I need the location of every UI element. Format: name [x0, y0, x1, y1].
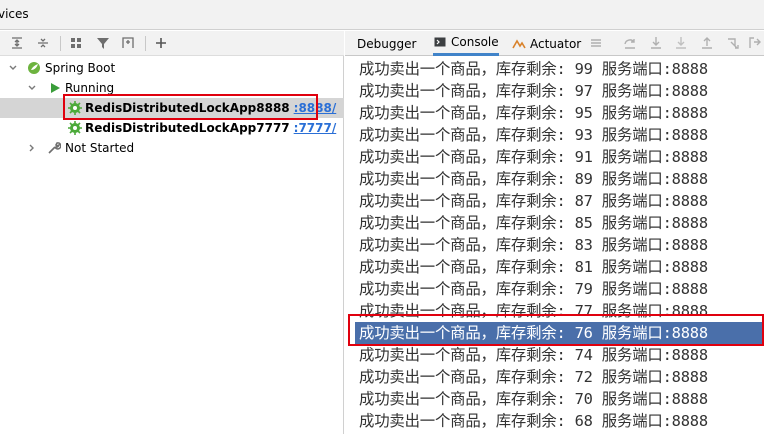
- console-line: 成功卖出一个商品，库存剩余: 91 服务端口:8888: [359, 148, 708, 166]
- step-out-icon[interactable]: [699, 35, 715, 51]
- chevron-down-icon[interactable]: [8, 63, 18, 73]
- tree-item-label: Spring Boot: [45, 61, 116, 75]
- tab-label: Debugger: [357, 36, 417, 51]
- console-line: 成功卖出一个商品，库存剩余: 99 服务端口:8888: [359, 60, 708, 78]
- new-group-icon[interactable]: [119, 34, 137, 52]
- run-icon: [48, 81, 62, 95]
- console-line: 成功卖出一个商品，库存剩余: 72 服务端口:8888: [359, 368, 708, 386]
- drop-frame-icon[interactable]: [725, 35, 741, 51]
- console-icon: [433, 35, 447, 49]
- console-line: 成功卖出一个商品，库存剩余: 81 服务端口:8888: [359, 258, 708, 276]
- console-output[interactable]: 成功卖出一个商品，库存剩余: 99 服务端口:8888 成功卖出一个商品，库存剩余…: [345, 57, 764, 434]
- tab-console[interactable]: Console: [433, 31, 499, 56]
- console-line: 成功卖出一个商品，库存剩余: 89 服务端口:8888: [359, 170, 708, 188]
- step-into-icon[interactable]: [648, 35, 664, 51]
- expand-all-icon[interactable]: [8, 34, 26, 52]
- spring-app-running-icon: [68, 121, 82, 135]
- group-by-icon[interactable]: [67, 34, 85, 52]
- spring-boot-icon: [27, 61, 41, 75]
- services-toolbar: [0, 31, 344, 56]
- console-line: 成功卖出一个商品，库存剩余: 95 服务端口:8888: [359, 104, 708, 122]
- tab-actuator[interactable]: Actuator: [512, 31, 581, 56]
- chevron-down-icon[interactable]: [27, 83, 37, 93]
- console-line: 成功卖出一个商品，库存剩余: 70 服务端口:8888: [359, 390, 708, 408]
- console-line: 成功卖出一个商品，库存剩余: 85 服务端口:8888: [359, 214, 708, 232]
- tree-item-not-started[interactable]: Not Started: [0, 138, 344, 158]
- tool-window-titlebar: vices: [0, 0, 764, 30]
- force-step-into-icon[interactable]: [673, 35, 689, 51]
- console-line: 成功卖出一个商品，库存剩余: 83 服务端口:8888: [359, 236, 708, 254]
- toolbar-separator: [145, 36, 146, 51]
- run-to-cursor-icon[interactable]: [747, 35, 763, 51]
- console-line: 成功卖出一个商品，库存剩余: 74 服务端口:8888: [359, 346, 708, 364]
- tree-item-spring-boot[interactable]: Spring Boot: [0, 58, 344, 78]
- console-line: 成功卖出一个商品，库存剩余: 79 服务端口:8888: [359, 280, 708, 298]
- console-toolbar: Debugger Console Actuator: [345, 31, 764, 56]
- wrench-icon: [47, 141, 61, 155]
- console-pane: Debugger Console Actuator 成功卖出一个商品，库存剩余:…: [345, 31, 764, 434]
- console-line: 成功卖出一个商品，库存剩余: 87 服务端口:8888: [359, 192, 708, 210]
- toolbar-separator: [60, 36, 61, 51]
- tool-window-title: vices: [0, 7, 29, 21]
- chevron-right-icon[interactable]: [27, 143, 37, 153]
- annotation-box: [63, 94, 318, 120]
- tree-item-label: Not Started: [65, 141, 135, 155]
- actuator-icon: [512, 37, 526, 51]
- filter-icon[interactable]: [94, 34, 112, 52]
- collapse-all-icon[interactable]: [34, 34, 52, 52]
- tab-label: Actuator: [530, 36, 582, 51]
- port-link[interactable]: :7777/: [294, 121, 337, 135]
- annotation-box: [348, 314, 764, 346]
- console-line: 成功卖出一个商品，库存剩余: 97 服务端口:8888: [359, 82, 708, 100]
- menu-icon[interactable]: [588, 35, 604, 51]
- services-tree-pane: Spring Boot Running RedisDistributedLock…: [0, 31, 344, 434]
- app-name: RedisDistributedLockApp7777: [85, 121, 290, 135]
- tab-debugger[interactable]: Debugger: [357, 31, 416, 56]
- console-line: 成功卖出一个商品，库存剩余: 68 服务端口:8888: [359, 412, 708, 430]
- add-service-icon[interactable]: [152, 34, 170, 52]
- console-line: 成功卖出一个商品，库存剩余: 93 服务端口:8888: [359, 126, 708, 144]
- tree-item-app-7777[interactable]: RedisDistributedLockApp7777 :7777/: [0, 118, 344, 138]
- tab-label: Console: [451, 35, 499, 49]
- tree-item-label: RedisDistributedLockApp7777 :7777/: [85, 121, 336, 135]
- tree-item-label: Running: [65, 81, 115, 95]
- step-over-icon[interactable]: [622, 35, 638, 51]
